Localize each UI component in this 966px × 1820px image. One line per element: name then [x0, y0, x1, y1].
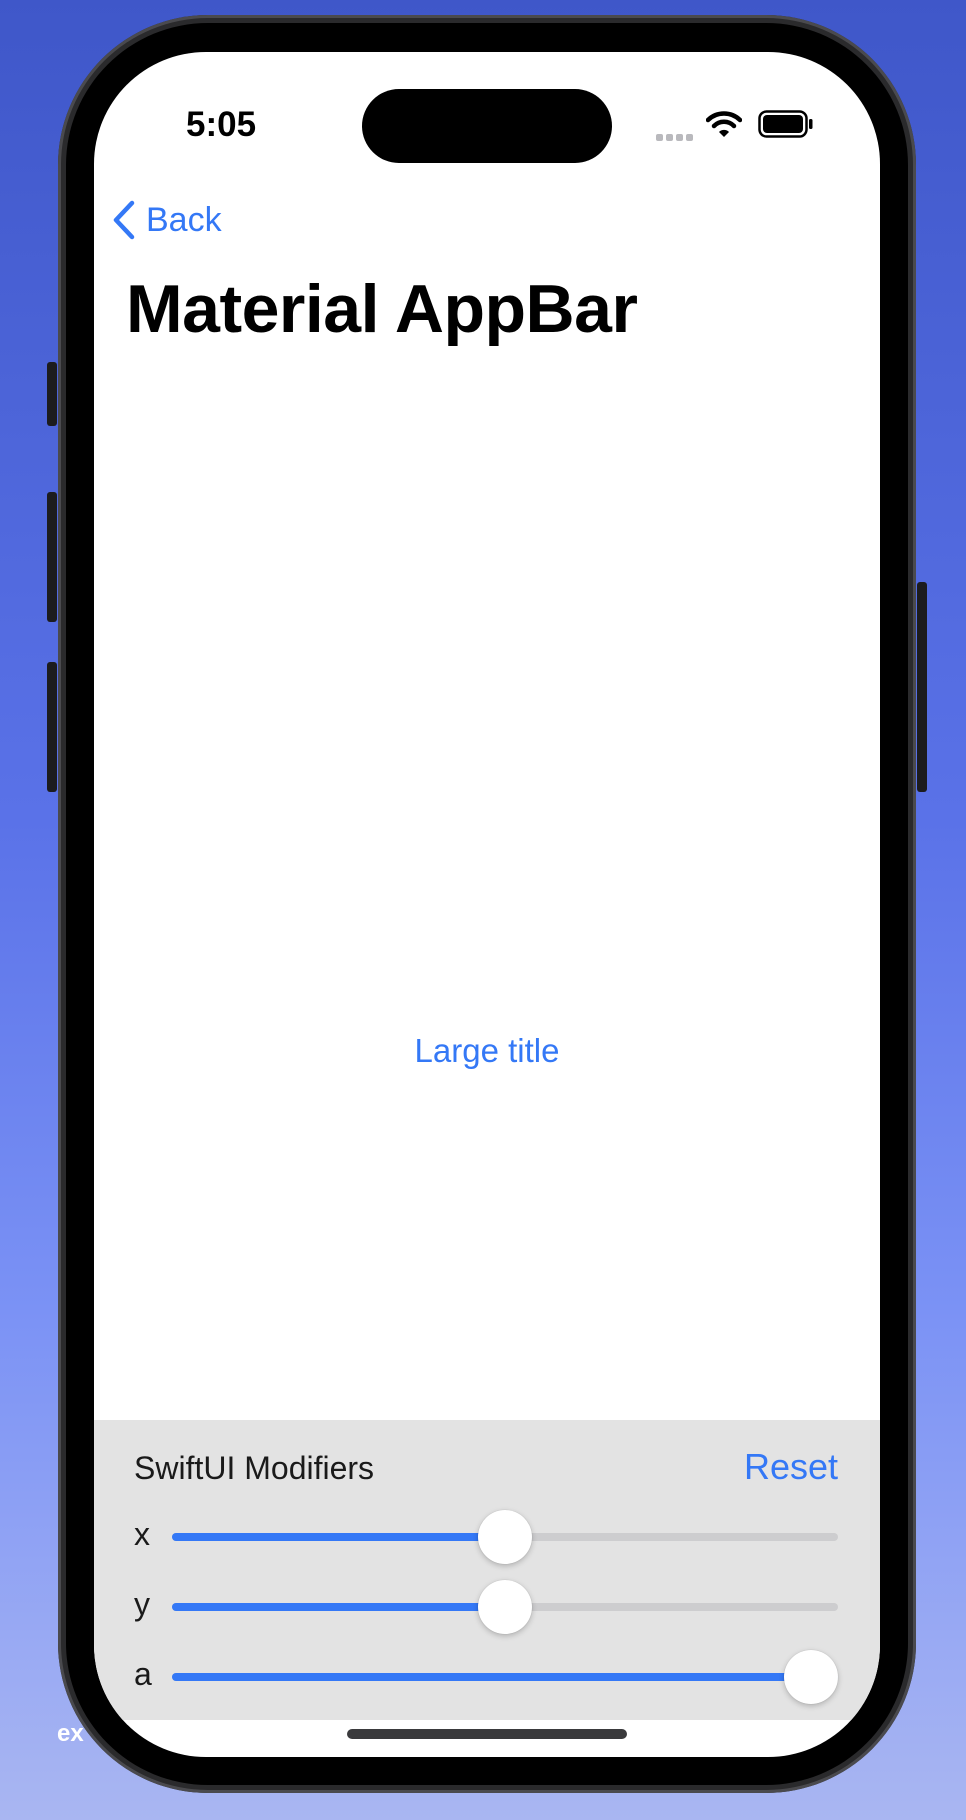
- status-time: 5:05: [186, 105, 257, 144]
- slider-a-thumb[interactable]: [784, 1650, 838, 1704]
- slider-y[interactable]: [172, 1580, 838, 1634]
- slider-x[interactable]: [172, 1510, 838, 1564]
- volume-down-button: [47, 662, 57, 792]
- reset-button[interactable]: Reset: [744, 1446, 838, 1488]
- slider-a-fill: [172, 1673, 838, 1681]
- silent-switch: [47, 362, 57, 426]
- panel-title: SwiftUI Modifiers: [134, 1450, 375, 1486]
- app-screen: 5:05 Back Material AppBar Large title Sw…: [94, 52, 880, 1757]
- home-indicator: [347, 1729, 627, 1739]
- slider-y-thumb[interactable]: [478, 1580, 532, 1634]
- page-title: Material AppBar: [126, 271, 638, 347]
- slider-label-x: x: [134, 1516, 150, 1552]
- slider-label-a: a: [134, 1656, 152, 1692]
- back-button-label: Back: [146, 200, 222, 239]
- phone-frame: 5:05 Back Material AppBar Large title Sw…: [58, 15, 916, 1793]
- slider-row-x: x: [94, 1506, 880, 1566]
- slider-row-y: y: [94, 1576, 880, 1636]
- slider-x-fill: [172, 1533, 505, 1541]
- volume-up-button: [47, 492, 57, 622]
- slider-y-fill: [172, 1603, 505, 1611]
- slider-x-thumb[interactable]: [478, 1510, 532, 1564]
- dynamic-island: [362, 89, 612, 163]
- power-button: [917, 582, 927, 792]
- chevron-left-icon: [113, 200, 135, 240]
- slider-row-a: a: [94, 1646, 880, 1706]
- modifiers-panel: SwiftUI Modifiers Reset x y a: [94, 1420, 880, 1720]
- slider-label-y: y: [134, 1586, 150, 1622]
- background-caption: ex: [57, 1720, 84, 1747]
- slider-a[interactable]: [172, 1650, 838, 1704]
- large-title-link[interactable]: Large title: [94, 1032, 880, 1070]
- wifi-icon: [706, 111, 742, 137]
- back-button[interactable]: Back: [112, 195, 222, 245]
- battery-icon: [758, 110, 813, 138]
- signal-dots-icon: [656, 128, 696, 146]
